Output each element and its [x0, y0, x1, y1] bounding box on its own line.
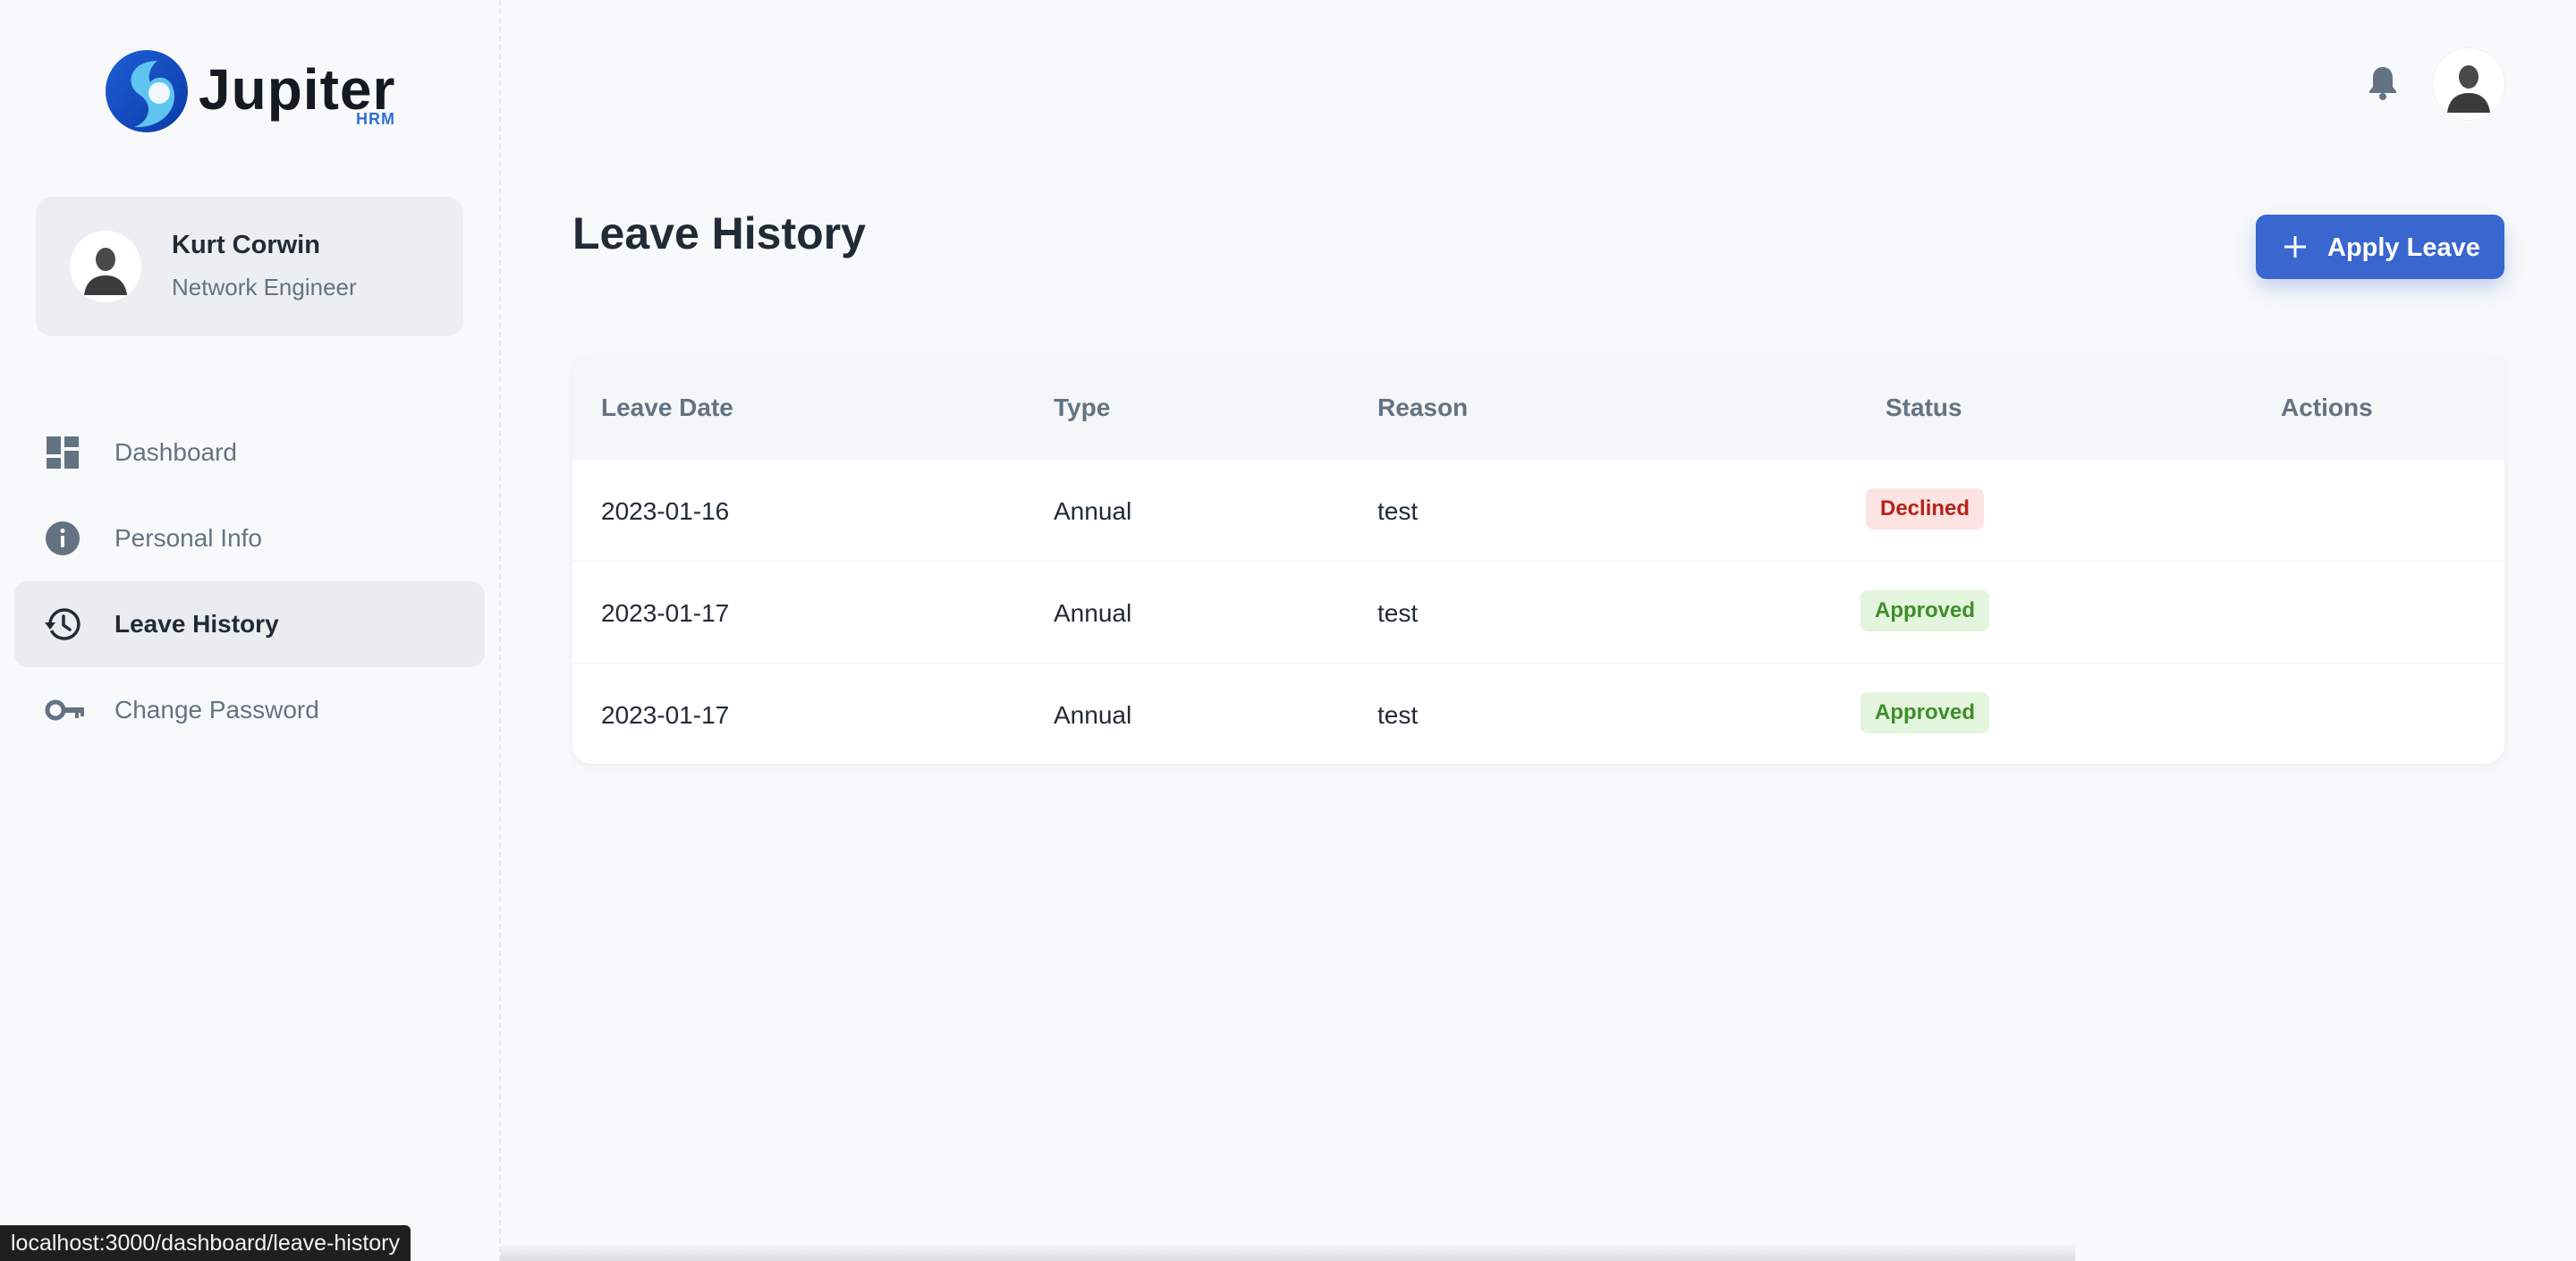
sidebar-item-personal-info[interactable]: Personal Info — [14, 495, 485, 581]
status-badge: Declined — [1866, 488, 1985, 529]
browser-status-bar: localhost:3000/dashboard/leave-history — [0, 1225, 411, 1261]
sidebar-item-label: Leave History — [114, 610, 279, 638]
column-header-status[interactable]: Status — [1885, 394, 1962, 422]
user-avatar-icon — [2433, 48, 2504, 120]
sidebar-item-dashboard[interactable]: Dashboard — [14, 410, 485, 495]
info-icon — [46, 521, 80, 555]
cell-leave-date: 2023-01-17 — [601, 701, 730, 729]
user-avatar-icon — [70, 231, 141, 302]
brand-sub: HRM — [356, 110, 395, 128]
table-row[interactable]: 2023-01-17 Annual test Approved — [572, 562, 2504, 664]
sidebar-item-label: Dashboard — [114, 438, 237, 466]
table-header: Leave Date Type Reason Status Actions — [572, 356, 2504, 460]
page-title: Leave History — [572, 208, 866, 258]
cell-reason: test — [1377, 599, 1419, 627]
user-name: Kurt Corwin — [172, 231, 320, 259]
key-icon — [45, 699, 84, 721]
dashboard-icon — [47, 436, 79, 469]
jupiter-logo-icon — [106, 50, 188, 132]
status-badge: Approved — [1860, 590, 1990, 631]
table-row[interactable]: 2023-01-16 Annual test Declined — [572, 460, 2504, 562]
cell-type: Annual — [1054, 599, 1132, 627]
avatar — [70, 231, 141, 302]
cell-reason: test — [1377, 497, 1419, 525]
status-badge: Approved — [1860, 692, 1990, 733]
apply-leave-button[interactable]: Apply Leave — [2256, 215, 2504, 279]
bell-icon[interactable] — [2367, 64, 2399, 100]
leave-history-table: Leave Date Type Reason Status Actions 20… — [572, 356, 2504, 764]
apply-leave-label: Apply Leave — [2327, 233, 2480, 262]
column-header-leave-date[interactable]: Leave Date — [601, 394, 733, 422]
sidebar-item-change-password[interactable]: Change Password — [14, 667, 485, 753]
user-card: Kurt Corwin Network Engineer — [36, 197, 463, 336]
table-row[interactable]: 2023-01-17 Annual test Approved — [572, 664, 2504, 764]
cell-leave-date: 2023-01-17 — [601, 599, 730, 627]
cell-reason: test — [1377, 701, 1419, 729]
sidebar-item-leave-history[interactable]: Leave History — [14, 581, 485, 667]
cell-leave-date: 2023-01-16 — [601, 497, 730, 525]
column-header-type[interactable]: Type — [1054, 394, 1110, 422]
sidebar-item-label: Personal Info — [114, 524, 262, 552]
column-header-reason[interactable]: Reason — [1377, 394, 1468, 422]
account-avatar[interactable] — [2433, 48, 2504, 120]
cell-type: Annual — [1054, 497, 1132, 525]
app: Jupiter HRM Kurt Corwin Network Engineer — [0, 0, 2576, 1261]
sidebar: Jupiter HRM Kurt Corwin Network Engineer — [0, 0, 501, 1261]
history-icon — [45, 608, 80, 640]
sidebar-item-label: Change Password — [114, 696, 319, 724]
scroll-shadow — [501, 1243, 2075, 1261]
cell-type: Annual — [1054, 701, 1132, 729]
sidebar-nav: Dashboard Personal Info Leave History Ch… — [14, 410, 485, 753]
brand-logo[interactable]: Jupiter HRM — [104, 48, 399, 134]
column-header-actions: Actions — [2281, 394, 2373, 421]
plus-icon — [2284, 236, 2306, 258]
user-role: Network Engineer — [172, 274, 357, 300]
